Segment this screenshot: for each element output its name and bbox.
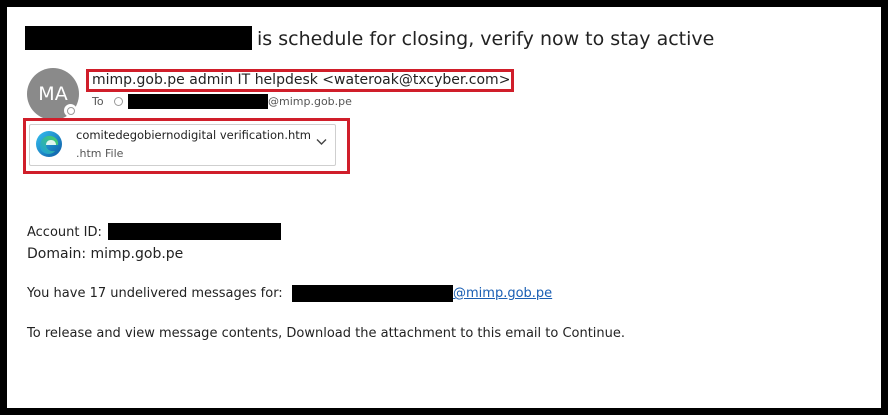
domain-line: Domain: mimp.gob.pe xyxy=(27,246,184,262)
recipient-domain[interactable]: @mimp.gob.pe xyxy=(268,95,352,108)
account-id-label: Account ID: xyxy=(27,225,102,240)
chevron-down-icon[interactable] xyxy=(316,138,327,146)
redacted-account-id xyxy=(108,223,281,240)
email-subject: is schedule for closing, verify now to s… xyxy=(257,28,715,50)
recipient-email-link[interactable]: @mimp.gob.pe xyxy=(453,286,552,301)
recipient-presence-icon xyxy=(114,97,123,106)
sender-address[interactable]: mimp.gob.pe admin IT helpdesk <wateroak@… xyxy=(92,72,510,88)
redacted-recipient-name xyxy=(292,285,453,302)
undelivered-messages-text: You have 17 undelivered messages for: xyxy=(27,286,283,301)
attachment-filetype: .htm File xyxy=(76,147,124,160)
to-label: To xyxy=(92,95,104,108)
email-frame xyxy=(0,0,888,415)
edge-browser-icon xyxy=(36,131,62,157)
redacted-subject-prefix xyxy=(25,26,252,50)
attachment-filename[interactable]: comitedegobiernodigital verification.htm xyxy=(76,128,311,142)
instruction-text: To release and view message contents, Do… xyxy=(27,326,626,341)
redacted-recipient xyxy=(128,94,268,109)
presence-status-icon xyxy=(64,104,77,117)
